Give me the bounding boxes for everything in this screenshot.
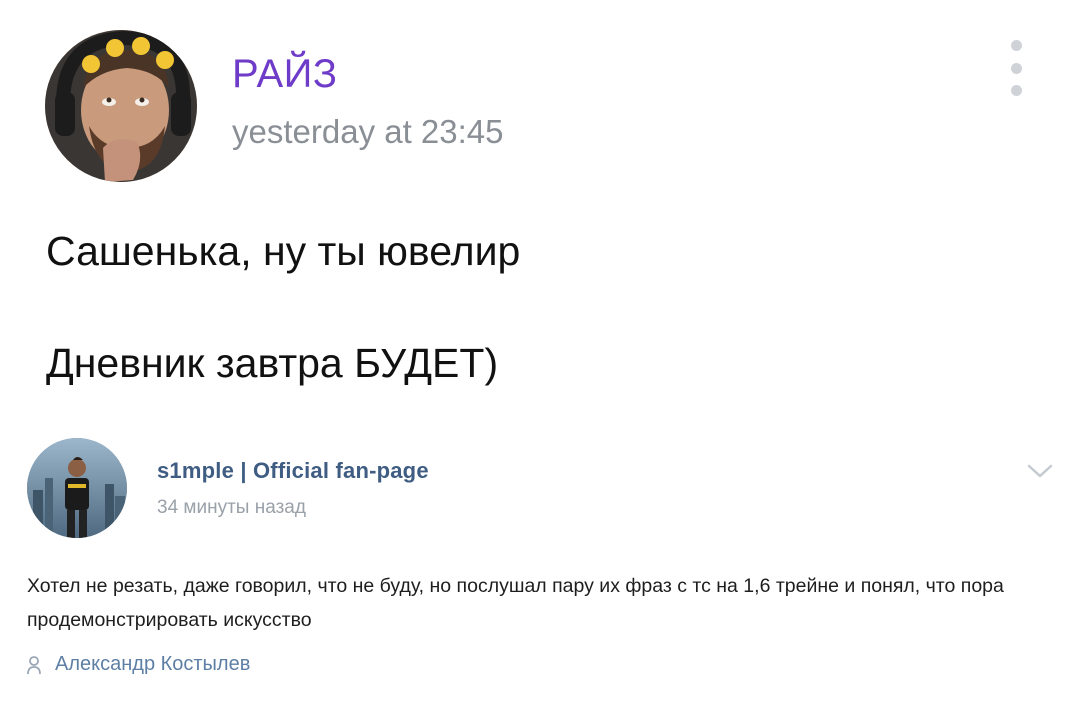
signature-name[interactable]: Александр Костылев bbox=[55, 653, 250, 676]
user-icon bbox=[27, 655, 41, 674]
page: РАЙЗ yesterday at 23:45 Сашенька, ну ты … bbox=[0, 0, 1079, 716]
more-vertical-icon[interactable] bbox=[1004, 40, 1028, 96]
quoted-post-author[interactable]: s1mple | Official fan-page bbox=[157, 458, 429, 484]
menu-dot bbox=[1010, 85, 1022, 96]
quoted-avatar[interactable] bbox=[27, 438, 127, 538]
menu-dot bbox=[1010, 40, 1022, 51]
post-author[interactable]: РАЙЗ bbox=[232, 52, 338, 97]
quoted-post-text: Хотел не резать, даже говорил, что не бу… bbox=[27, 575, 1004, 631]
menu-dot bbox=[1010, 62, 1022, 74]
post-text-line: Сашенька, ну ты ювелир bbox=[46, 228, 521, 274]
avatar-photo bbox=[45, 30, 197, 182]
quoted-post-signature[interactable]: Александр Костылев bbox=[27, 653, 250, 676]
quoted-post-timestamp[interactable]: 34 минуты назад bbox=[157, 497, 306, 519]
avatar[interactable] bbox=[45, 30, 197, 182]
chevron-down-icon[interactable] bbox=[1026, 462, 1054, 480]
post-text-line: Дневник завтра БУДЕТ) bbox=[46, 340, 499, 386]
quoted-avatar-photo bbox=[27, 438, 127, 538]
post-timestamp[interactable]: yesterday at 23:45 bbox=[232, 113, 504, 151]
